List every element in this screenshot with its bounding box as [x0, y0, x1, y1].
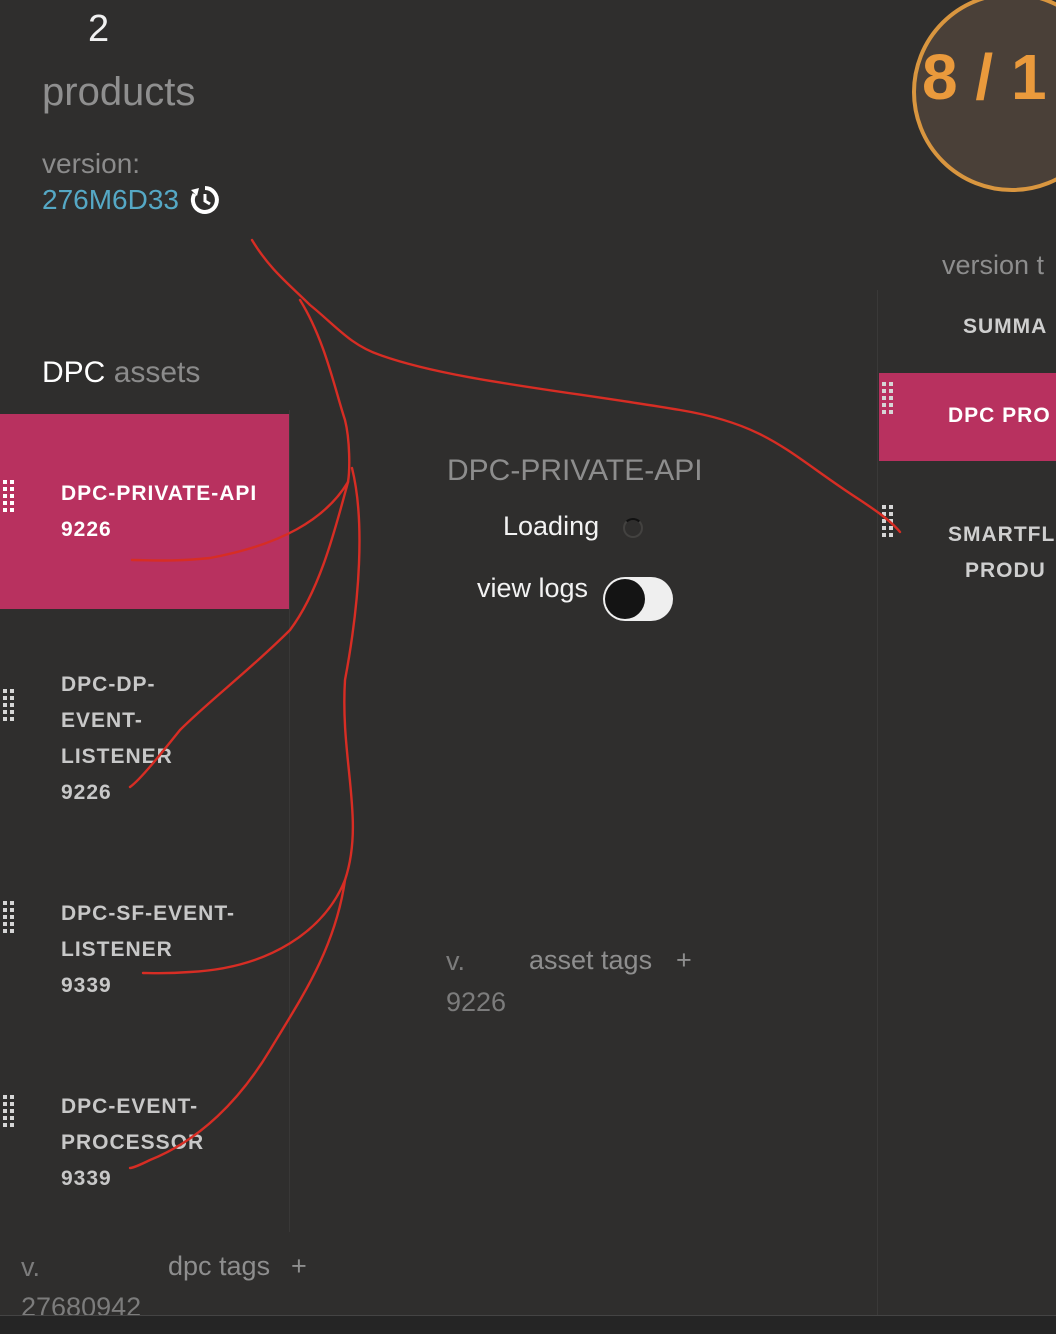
version-label: version: [42, 148, 141, 179]
dpc-version-prefix: v. [21, 1252, 40, 1282]
tab-summary-label: SUMMA [963, 315, 1048, 338]
history-icon[interactable] [189, 184, 221, 216]
deployment-page: 2 products version: 276M6D33 8 / 1 DPC a… [0, 0, 1056, 1334]
add-dpc-tag-button[interactable]: + [291, 1251, 307, 1282]
version-tabs-label: version t [942, 250, 1045, 280]
drag-handle-icon[interactable] [3, 689, 15, 721]
add-asset-tag-button[interactable]: + [676, 945, 692, 976]
annotation-line [298, 298, 351, 484]
view-logs-toggle[interactable] [603, 577, 673, 621]
assets-heading: DPC assets [42, 356, 200, 390]
asset-version: 9226 [61, 781, 112, 804]
asset-name: DPC-DP-EVENT-LISTENER [61, 673, 173, 768]
dpc-tags-label: dpc tags [168, 1251, 271, 1281]
asset-name: DPC-EVENT-PROCESSOR [61, 1095, 205, 1154]
right-panel-divider [877, 290, 878, 1315]
detail-title: DPC-PRIVATE-API [447, 454, 703, 487]
drag-handle-icon[interactable] [3, 480, 15, 512]
tab-dpc-product-label: DPC PRO [948, 404, 1051, 427]
assets-heading-strong: DPC [42, 356, 106, 389]
drag-handle-icon[interactable] [882, 382, 894, 414]
view-logs-label: view logs [477, 573, 589, 603]
page-title: products [42, 70, 196, 114]
asset-tags-label: asset tags [529, 945, 653, 975]
assets-heading-muted: assets [113, 356, 201, 389]
asset-name: DPC-SF-EVENT-LISTENER [61, 902, 236, 961]
product-count: 2 [88, 8, 110, 50]
version-value: 276M6D33 [42, 184, 221, 216]
annotation-line [250, 238, 902, 534]
version-code[interactable]: 276M6D33 [42, 184, 179, 216]
asset-card-dpc-private-api[interactable]: DPC-PRIVATE-API 9226 [0, 414, 289, 609]
drag-handle-icon[interactable] [3, 901, 15, 933]
tab-smartflow-label: SMARTFL [948, 523, 1056, 546]
bottom-scrollbar[interactable] [0, 1315, 1056, 1334]
toggle-knob [605, 579, 645, 619]
score-text: 8 / 1 [922, 41, 1047, 113]
loading-spinner-icon [623, 518, 643, 538]
tab-smartflow-product[interactable]: SMARTFL PRODU [879, 505, 1056, 597]
tab-summary[interactable]: SUMMA [879, 315, 1056, 351]
asset-name: DPC-PRIVATE-API [61, 482, 258, 505]
asset-card-dpc-sf-event-listener[interactable]: DPC-SF-EVENT-LISTENER 9339 [0, 896, 289, 1006]
asset-version: 9339 [61, 1167, 112, 1190]
asset-card-dpc-dp-event-listener[interactable]: DPC-DP-EVENT-LISTENER 9226 [0, 667, 289, 807]
asset-version: 9339 [61, 974, 112, 997]
tab-dpc-product[interactable]: DPC PRO [879, 373, 1056, 461]
asset-card-dpc-event-processor[interactable]: DPC-EVENT-PROCESSOR 9339 [0, 1089, 289, 1199]
drag-handle-icon[interactable] [882, 505, 894, 537]
detail-version-prefix: v. [446, 946, 465, 976]
asset-version: 9226 [61, 518, 112, 541]
tab-smartflow-sublabel: PRODU [965, 559, 1046, 582]
detail-version-value: 9226 [446, 987, 507, 1017]
loading-label: Loading [503, 511, 600, 541]
drag-handle-icon[interactable] [3, 1095, 15, 1127]
asset-list-divider [289, 410, 290, 1232]
